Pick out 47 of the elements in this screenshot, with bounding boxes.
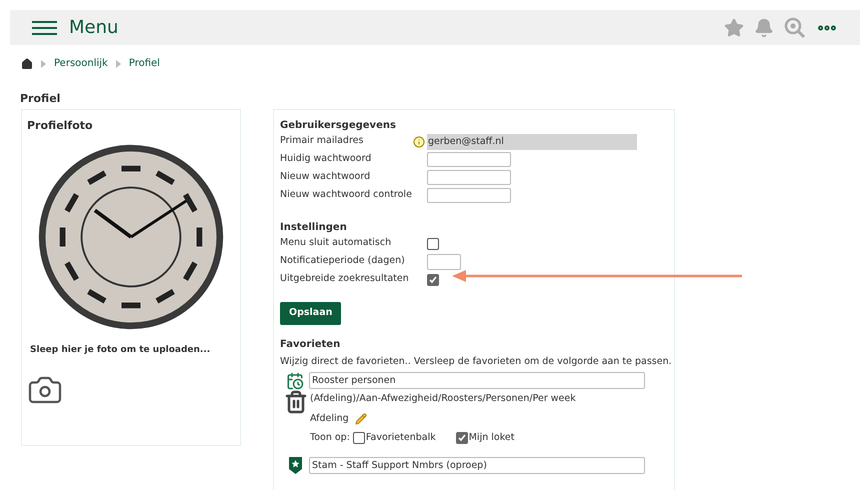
- number-field[interactable]: [427, 254, 461, 270]
- favorite-path: (Afdeling)/Aan-Afwezigheid/Roosters/Personen/Per week: [310, 392, 576, 406]
- pencil-icon[interactable]: [354, 413, 367, 426]
- search-icon[interactable]: [784, 16, 806, 38]
- section-title: Favorieten: [280, 338, 342, 352]
- setting-label: Menu sluit automatisch: [280, 236, 392, 250]
- favorite-name-field[interactable]: Rooster personen: [309, 372, 645, 390]
- page-title: Profiel: [20, 91, 62, 107]
- menu-icon: [32, 20, 57, 34]
- breadcrumb-link[interactable]: Profiel: [128, 56, 160, 71]
- section-title: Gebruikersgegevens: [280, 118, 397, 132]
- chevron-icon: [116, 60, 121, 68]
- shield-star-icon: [288, 456, 302, 474]
- star-icon[interactable]: [724, 18, 744, 38]
- upload-hint: Sleep hier je foto om te uploaden...: [30, 344, 212, 357]
- checkbox[interactable]: [427, 274, 439, 286]
- chevron-icon: [41, 60, 46, 68]
- info-icon[interactable]: [413, 136, 425, 148]
- menu-button[interactable]: Menu: [32, 14, 118, 41]
- password-field[interactable]: [427, 170, 511, 185]
- trash-icon[interactable]: [284, 390, 308, 414]
- field-label: Huidig wachtwoord: [280, 152, 372, 166]
- password-field[interactable]: [427, 188, 511, 203]
- home-icon[interactable]: [21, 58, 33, 70]
- option-label: Mijn loket: [468, 431, 514, 446]
- scope-label: Afdeling: [310, 412, 349, 426]
- password-field[interactable]: [427, 152, 511, 167]
- breadcrumb-link[interactable]: Persoonlijk: [54, 56, 108, 71]
- show-on-label: Toon op:: [310, 431, 350, 446]
- section-title: Instellingen: [280, 220, 348, 234]
- check-icon: [429, 276, 437, 284]
- checkbox[interactable]: [352, 432, 365, 444]
- setting-label: Notificatieperiode (dagen): [280, 254, 406, 268]
- field-label: Nieuw wachtwoord controle: [280, 188, 410, 202]
- email-field: gerben@staff.nl: [427, 134, 637, 150]
- checkbox[interactable]: [427, 238, 439, 250]
- field-label: Nieuw wachtwoord: [280, 170, 372, 184]
- setting-label: Uitgebreide zoekresultaten: [280, 272, 410, 286]
- field-label: Primair mailadres: [280, 134, 364, 148]
- option-label: Favorietenbalk: [366, 431, 436, 446]
- bell-icon[interactable]: [754, 18, 774, 38]
- favorite-name-field[interactable]: Stam - Staff Support Nmbrs (oproep): [309, 456, 645, 474]
- check-icon: [458, 434, 466, 442]
- calendar-icon: [286, 372, 304, 390]
- save-button[interactable]: Opslaan: [280, 302, 342, 324]
- card-title: Profielfoto: [27, 118, 94, 134]
- checkbox[interactable]: [456, 432, 468, 444]
